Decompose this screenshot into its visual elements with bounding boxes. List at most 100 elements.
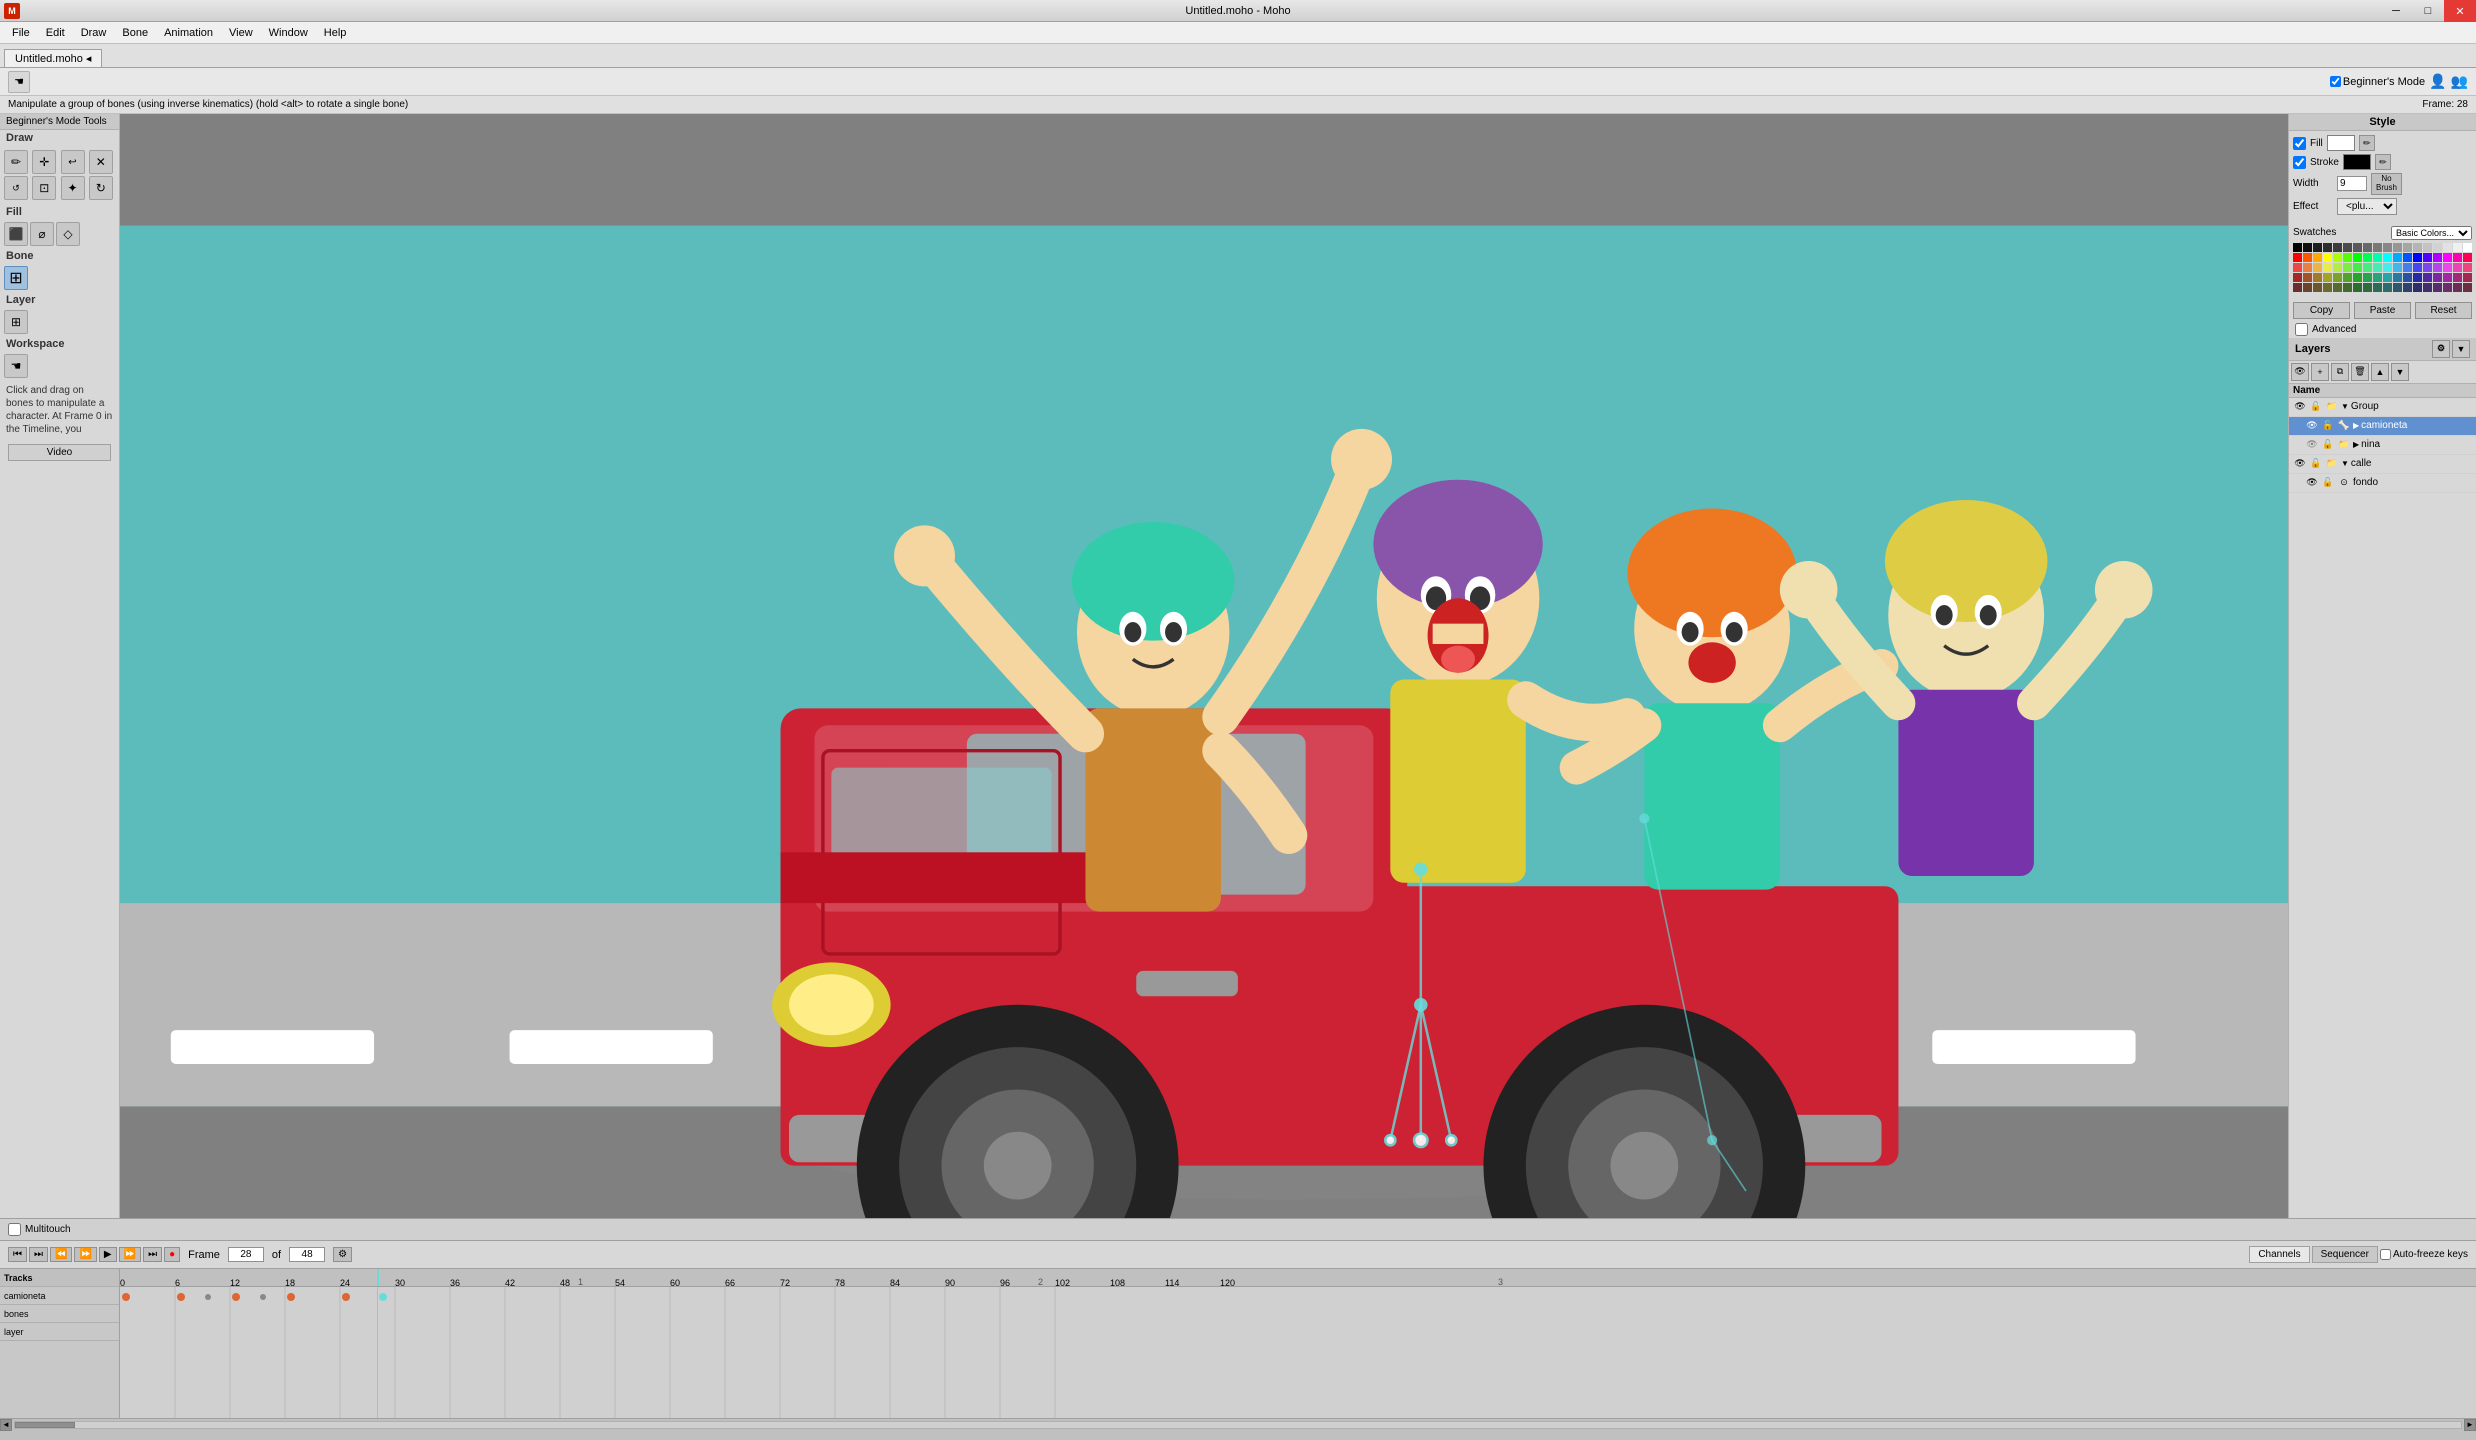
swatch-cell-72[interactable] [2293,283,2302,292]
layer-group[interactable]: 👁 🔓 📁 ▼ Group [2289,398,2476,417]
swatch-cell-66[interactable] [2413,273,2422,282]
sequencer-tab[interactable]: Sequencer [2312,1246,2378,1263]
no-brush-button[interactable]: No Brush [2371,173,2402,195]
scrollbar-thumb[interactable] [15,1422,75,1428]
timeline-content[interactable] [120,1287,2476,1418]
multitouch-checkbox[interactable] [8,1223,21,1236]
gradient-tool[interactable]: ◇ [56,222,80,246]
swatch-cell-71[interactable] [2463,273,2472,282]
swatch-cell-60[interactable] [2353,273,2362,282]
swatch-cell-10[interactable] [2393,243,2402,252]
scene-canvas[interactable] [120,114,2288,1218]
fill-tool[interactable]: ⬛ [4,222,28,246]
swatch-cell-0[interactable] [2293,243,2302,252]
swatch-cell-48[interactable] [2413,263,2422,272]
swatch-cell-79[interactable] [2363,283,2372,292]
channels-tab[interactable]: Channels [2249,1246,2309,1263]
swatch-cell-4[interactable] [2333,243,2342,252]
autofreeze-label[interactable]: Auto-freeze keys [2380,1246,2468,1263]
transform-tool[interactable]: ✦ [61,176,85,200]
delete-tool[interactable]: ✕ [89,150,113,174]
copy-button[interactable]: Copy [2293,302,2350,319]
swatch-cell-25[interactable] [2363,253,2372,262]
swatch-cell-51[interactable] [2443,263,2452,272]
swatch-cell-49[interactable] [2423,263,2432,272]
timeline-track-3[interactable]: layer [0,1323,119,1341]
swatch-cell-38[interactable] [2313,263,2322,272]
swatch-cell-21[interactable] [2323,253,2332,262]
swatch-cell-37[interactable] [2303,263,2312,272]
swatch-cell-41[interactable] [2343,263,2352,272]
advanced-checkbox[interactable] [2295,323,2308,336]
swatch-cell-22[interactable] [2333,253,2342,262]
layer-fondo[interactable]: 👁 🔓 ⊙ fondo [2289,474,2476,493]
beginners-mode-checkbox-label[interactable]: Beginner's Mode [2330,76,2425,88]
layer-add-button[interactable]: + [2311,363,2329,381]
swatch-cell-13[interactable] [2423,243,2432,252]
frame-number-input[interactable] [228,1247,264,1262]
layer-nina[interactable]: 👁 🔓 📁 ▶ nina [2289,436,2476,455]
swatch-cell-46[interactable] [2393,263,2402,272]
fill-edit-button[interactable]: ✏ [2359,135,2375,151]
canvas-area[interactable] [120,114,2288,1218]
menu-help[interactable]: Help [316,25,355,41]
menu-edit[interactable]: Edit [38,25,73,41]
menu-window[interactable]: Window [261,25,316,41]
curve-tool[interactable]: ↩ [61,150,85,174]
horizontal-scrollbar[interactable]: ◄ ► [0,1418,2476,1430]
width-input[interactable] [2337,176,2367,191]
swatch-cell-69[interactable] [2443,273,2452,282]
layer-delete-button[interactable]: 🗑 [2351,363,2369,381]
layer-camioneta[interactable]: 👁 🔓 🦴 ▶ camioneta [2289,417,2476,436]
swatch-cell-15[interactable] [2443,243,2452,252]
bone-tool[interactable]: ⊞ [4,266,28,290]
swatch-cell-55[interactable] [2303,273,2312,282]
menu-file[interactable]: File [4,25,38,41]
menu-animation[interactable]: Animation [156,25,221,41]
swatch-cell-75[interactable] [2323,283,2332,292]
swatch-cell-35[interactable] [2463,253,2472,262]
swatch-cell-23[interactable] [2343,253,2352,262]
swatch-cell-36[interactable] [2293,263,2302,272]
swatch-cell-32[interactable] [2433,253,2442,262]
swatch-cell-7[interactable] [2363,243,2372,252]
swatch-cell-63[interactable] [2383,273,2392,282]
menu-view[interactable]: View [221,25,261,41]
swatch-cell-74[interactable] [2313,283,2322,292]
swatch-cell-62[interactable] [2373,273,2382,282]
layer-nina-expand[interactable]: ▶ [2353,440,2359,449]
autofreeze-checkbox[interactable] [2380,1249,2391,1260]
swatch-cell-67[interactable] [2423,273,2432,282]
maximize-button[interactable]: □ [2412,0,2444,22]
swatch-cell-31[interactable] [2423,253,2432,262]
swatches-type-dropdown[interactable]: Basic Colors... [2391,226,2472,240]
swatch-cell-11[interactable] [2403,243,2412,252]
timeline-track-2[interactable]: bones [0,1305,119,1323]
stroke-color-swatch[interactable] [2343,154,2371,170]
layers-settings-button[interactable]: ⚙ [2432,340,2450,358]
swatch-cell-20[interactable] [2313,253,2322,262]
record-button[interactable]: ● [164,1247,180,1262]
layer-move-down-button[interactable]: ▼ [2391,363,2409,381]
play-button[interactable]: ▶ [99,1247,117,1262]
reset-button[interactable]: Reset [2415,302,2472,319]
swatch-cell-17[interactable] [2463,243,2472,252]
stroke-checkbox[interactable] [2293,156,2306,169]
swatch-cell-27[interactable] [2383,253,2392,262]
go-to-start-button[interactable]: ⏮ [8,1247,27,1262]
swatch-cell-61[interactable] [2363,273,2372,282]
swatch-cell-3[interactable] [2323,243,2332,252]
fill-color-swatch[interactable] [2327,135,2355,151]
swatch-cell-9[interactable] [2383,243,2392,252]
swatch-cell-58[interactable] [2333,273,2342,282]
swatch-cell-78[interactable] [2353,283,2362,292]
swatch-cell-68[interactable] [2433,273,2442,282]
swatch-cell-50[interactable] [2433,263,2442,272]
swatch-cell-26[interactable] [2373,253,2382,262]
swatch-cell-40[interactable] [2333,263,2342,272]
rotate-tool[interactable]: ↻ [89,176,113,200]
beginners-mode-checkbox[interactable] [2330,76,2341,87]
swatch-cell-34[interactable] [2453,253,2462,262]
menu-draw[interactable]: Draw [73,25,115,41]
swatch-cell-47[interactable] [2403,263,2412,272]
